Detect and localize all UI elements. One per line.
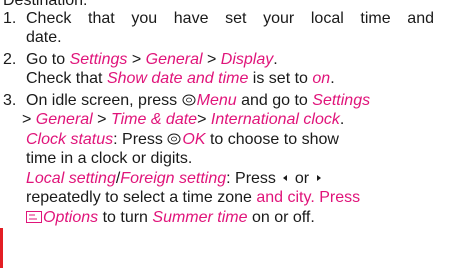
text-and-city: and city. Press: [256, 189, 361, 206]
option-local-setting: Local setting: [26, 170, 116, 187]
left-arrow-icon: [283, 175, 288, 181]
step-3-line-4: time in a clock or digits.: [26, 150, 193, 167]
path-international-clock: International clock: [210, 111, 340, 128]
step-number: 1.: [3, 10, 17, 27]
step-number: 3.: [3, 92, 17, 109]
step-3-line-2: > General > Time & date> International c…: [22, 111, 345, 128]
key-menu: Menu: [196, 92, 237, 109]
step-3-line-5: Local setting/Foreign setting: Press or: [26, 170, 324, 189]
key-options: Options: [43, 209, 99, 226]
step-1-line-2: date.: [26, 29, 62, 46]
path-time-date: Time & date: [110, 111, 198, 128]
step-3-line-7: Options to turn Summer time on or off.: [26, 209, 315, 229]
option-summer-time: Summer time: [152, 209, 248, 226]
step-2-line-1: Go to Settings > General > Display.: [26, 51, 278, 68]
path-settings: Settings: [312, 92, 371, 109]
right-arrow-icon: [316, 175, 321, 181]
path-settings: Settings: [69, 51, 128, 68]
path-general: General: [35, 111, 93, 128]
option-clock-status: Clock status: [26, 131, 114, 148]
step-3-line-1: On idle screen, press Menu and go to Set…: [26, 92, 370, 112]
step-1-line-1: Check that you have set your local time …: [26, 10, 434, 27]
softkey-options-icon: [26, 210, 42, 229]
option-value-on: on: [312, 70, 331, 87]
step-number: 2.: [3, 51, 17, 68]
margin-change-bar: [0, 228, 3, 268]
step-2-line-2: Check that Show date and time is set to …: [26, 70, 335, 87]
path-display: Display: [220, 51, 274, 68]
option-foreign-setting: Foreign setting: [120, 170, 227, 187]
path-general: General: [145, 51, 203, 68]
option-show-date-time: Show date and time: [106, 70, 249, 87]
step-3-line-6: repeatedly to select a time zone and cit…: [26, 189, 361, 206]
center-key-icon: [182, 93, 196, 112]
step-3-line-3: Clock status: Press OK to choose to show: [26, 131, 339, 151]
center-key-icon: [167, 132, 181, 151]
key-ok: OK: [182, 131, 206, 148]
